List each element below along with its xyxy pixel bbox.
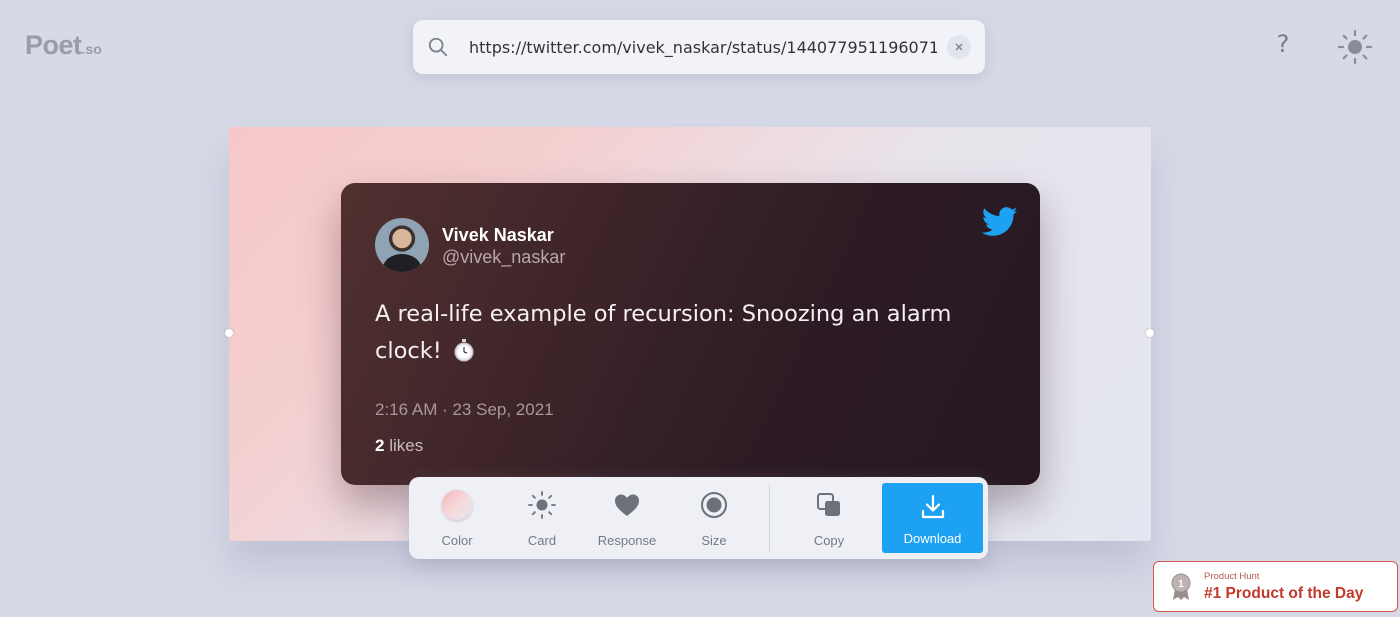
stopwatch-emoji-icon	[454, 339, 474, 362]
badge-source: Product Hunt	[1204, 570, 1260, 582]
copy-icon	[817, 493, 840, 516]
toolbar-divider	[769, 485, 770, 551]
tweet-likes: 2 likes	[375, 436, 423, 456]
likes-label: likes	[389, 436, 424, 455]
card-sun-icon	[528, 491, 556, 519]
resize-handle-right[interactable]	[1146, 329, 1154, 337]
card-button[interactable]: Card	[514, 477, 570, 559]
author-name: Vivek Naskar	[442, 225, 554, 245]
copy-label: Copy	[813, 533, 845, 548]
theme-toggle-sun-icon[interactable]	[1337, 29, 1373, 65]
copy-button[interactable]: Copy	[803, 477, 855, 559]
response-label: Response	[597, 533, 657, 548]
logo[interactable]: Poet .so	[25, 30, 102, 61]
size-label: Size	[701, 533, 727, 548]
likes-count: 2	[375, 436, 385, 455]
product-hunt-badge[interactable]: 1 Product Hunt #1 Product of the Day	[1153, 561, 1398, 612]
tweet-text: A real-life example of recursion: Snoozi…	[375, 296, 995, 370]
download-icon	[921, 494, 944, 519]
tweet-card: Vivek Naskar @vivek_naskar A real-life e…	[341, 183, 1040, 485]
card-label: Card	[527, 533, 557, 548]
clear-button[interactable]	[947, 35, 971, 59]
medal-icon: 1	[1171, 573, 1191, 600]
size-icon	[701, 492, 727, 518]
response-button[interactable]: Response	[594, 477, 660, 559]
heart-icon	[615, 494, 639, 516]
url-search-bar[interactable]	[413, 20, 985, 74]
search-icon	[428, 37, 448, 57]
size-button[interactable]: Size	[689, 477, 739, 559]
badge-title: #1 Product of the Day	[1204, 584, 1364, 602]
tweet-timestamp: 2:16 AM · 23 Sep, 2021	[375, 400, 554, 419]
svg-text:1: 1	[1178, 579, 1184, 590]
color-button[interactable]: Color	[429, 477, 485, 559]
color-swatch-icon	[441, 489, 473, 521]
resize-handle-left[interactable]	[225, 329, 233, 337]
close-icon	[955, 43, 963, 51]
editor-toolbar: Color Card Response Size Copy Download	[409, 477, 988, 559]
logo-text: Poet	[25, 30, 82, 60]
download-button[interactable]: Download	[882, 483, 983, 553]
tweet-url-input[interactable]	[469, 37, 937, 57]
logo-tld: .so	[81, 41, 102, 57]
author-handle: @vivek_naskar	[442, 247, 566, 267]
twitter-icon	[982, 207, 1018, 236]
color-label: Color	[441, 533, 473, 548]
download-label: Download	[903, 531, 962, 546]
help-icon[interactable]: ?	[1270, 30, 1296, 60]
avatar	[375, 218, 429, 272]
